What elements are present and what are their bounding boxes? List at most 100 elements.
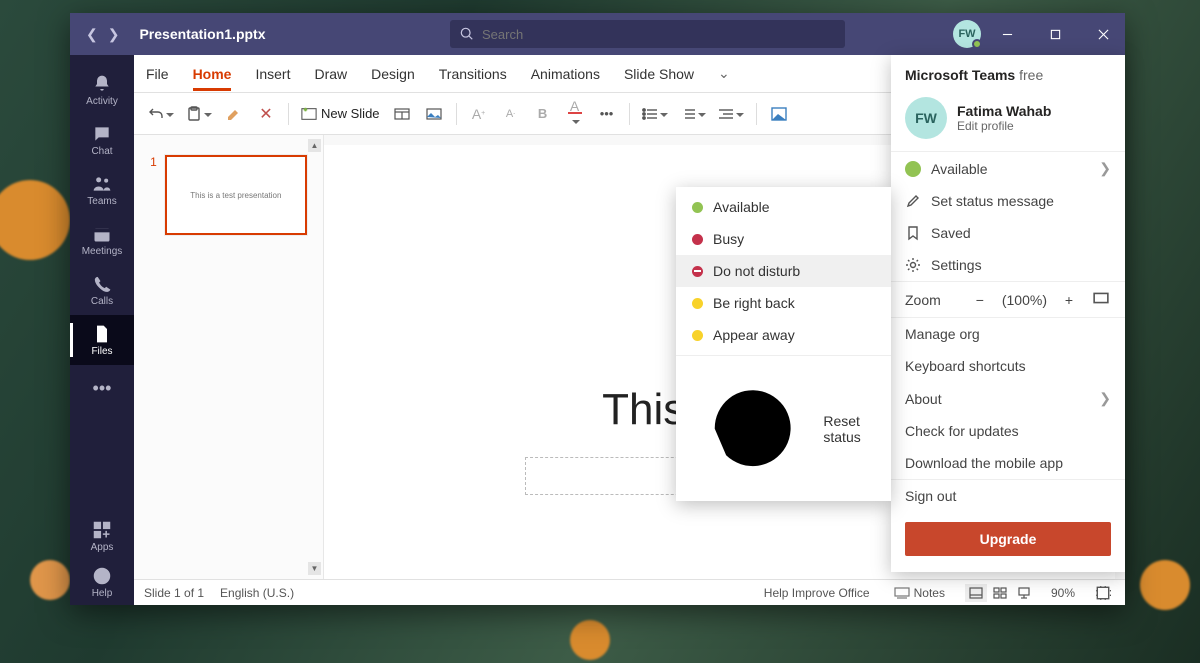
tab-design[interactable]: Design bbox=[371, 58, 415, 90]
numbering-button[interactable] bbox=[676, 100, 710, 128]
sidebar-more[interactable]: ••• bbox=[70, 365, 134, 411]
global-search[interactable] bbox=[450, 20, 845, 48]
check-updates[interactable]: Check for updates bbox=[891, 415, 1125, 447]
status-reset[interactable]: Reset status bbox=[676, 360, 891, 497]
upgrade-button[interactable]: Upgrade bbox=[905, 522, 1111, 556]
teams-sidebar: Activity Chat Teams Meetings Calls Files bbox=[70, 55, 134, 605]
window-maximize[interactable] bbox=[1033, 13, 1077, 55]
tab-file[interactable]: File bbox=[146, 58, 169, 90]
notes-toggle[interactable]: Notes bbox=[890, 585, 949, 601]
format-painter[interactable] bbox=[220, 100, 248, 128]
sidebar-item-apps[interactable]: Apps bbox=[70, 513, 134, 559]
nav-forward[interactable]: ❯ bbox=[106, 26, 122, 43]
tab-insert[interactable]: Insert bbox=[255, 58, 290, 90]
global-search-input[interactable] bbox=[482, 27, 835, 42]
green-dot-icon bbox=[905, 161, 921, 177]
tab-slideshow[interactable]: Slide Show bbox=[624, 58, 694, 90]
manage-org[interactable]: Manage org bbox=[891, 318, 1125, 350]
sidebar-item-calls[interactable]: Calls bbox=[70, 265, 134, 315]
keyboard-shortcuts[interactable]: Keyboard shortcuts bbox=[891, 350, 1125, 382]
document-title: Presentation1.pptx bbox=[139, 26, 265, 42]
sidebar-label: Meetings bbox=[82, 246, 123, 257]
undo-icon bbox=[148, 106, 164, 122]
font-increase[interactable]: A+ bbox=[465, 100, 493, 128]
nav-back[interactable]: ❮ bbox=[84, 26, 100, 43]
saved-menu[interactable]: Saved bbox=[891, 217, 1125, 249]
title-bar: ❮ ❯ Presentation1.pptx FW bbox=[70, 13, 1125, 55]
tab-animations[interactable]: Animations bbox=[531, 58, 600, 90]
bold-button[interactable]: B bbox=[529, 100, 557, 128]
font-color[interactable]: A bbox=[561, 100, 589, 128]
picture-button[interactable] bbox=[420, 100, 448, 128]
font-decrease[interactable]: A- bbox=[497, 100, 525, 128]
set-status-message[interactable]: Set status message bbox=[891, 185, 1125, 217]
bookmark-icon bbox=[905, 225, 921, 241]
status-label: Do not disturb bbox=[713, 263, 800, 279]
layout-button[interactable] bbox=[388, 100, 416, 128]
status-label: Busy bbox=[713, 231, 744, 247]
designer-icon bbox=[771, 106, 787, 122]
sidebar-item-meetings[interactable]: Meetings bbox=[70, 215, 134, 265]
sidebar-item-chat[interactable]: Chat bbox=[70, 115, 134, 165]
tab-transitions[interactable]: Transitions bbox=[439, 58, 507, 90]
view-sorter[interactable] bbox=[989, 584, 1011, 602]
new-slide-button[interactable]: New Slide bbox=[297, 100, 384, 128]
designer-button[interactable] bbox=[765, 100, 793, 128]
thumb-scroll-down[interactable]: ▼ bbox=[308, 562, 321, 575]
sidebar-label: Help bbox=[92, 588, 113, 599]
thumb-number: 1 bbox=[150, 155, 157, 235]
status-busy[interactable]: Busy bbox=[676, 223, 891, 255]
zoom-out[interactable]: − bbox=[970, 292, 990, 308]
sidebar-label: Activity bbox=[86, 96, 118, 107]
ribbon-overflow[interactable]: ⌄ bbox=[718, 57, 730, 90]
view-normal[interactable] bbox=[965, 584, 987, 602]
sidebar-item-files[interactable]: Files bbox=[70, 315, 134, 365]
zoom-in[interactable]: + bbox=[1059, 292, 1079, 308]
undo-button[interactable] bbox=[144, 100, 178, 128]
window-minimize[interactable] bbox=[985, 13, 1029, 55]
profile-avatar[interactable]: FW bbox=[953, 20, 981, 48]
menu-label: Settings bbox=[931, 257, 982, 273]
profile-username: Fatima Wahab bbox=[957, 103, 1051, 119]
paste-button[interactable] bbox=[182, 100, 216, 128]
sign-out[interactable]: Sign out bbox=[891, 480, 1125, 512]
delete-button[interactable]: ✕ bbox=[252, 100, 280, 128]
zoom-fullscreen[interactable] bbox=[1091, 290, 1111, 309]
more-font[interactable]: ••• bbox=[593, 100, 621, 128]
status-language[interactable]: English (U.S.) bbox=[220, 586, 294, 600]
sidebar-item-teams[interactable]: Teams bbox=[70, 165, 134, 215]
presence-selector[interactable]: Available ❯ bbox=[891, 152, 1125, 185]
picture-icon bbox=[426, 106, 442, 122]
sidebar-item-help[interactable]: Help bbox=[70, 559, 134, 605]
thumb-scroll-up[interactable]: ▲ bbox=[308, 139, 321, 152]
fullscreen-icon bbox=[1093, 290, 1109, 306]
green-dot-icon bbox=[692, 202, 703, 213]
dnd-dot-icon bbox=[692, 266, 703, 277]
slide-thumbnail-1[interactable]: This is a test presentation bbox=[165, 155, 307, 235]
window-close[interactable] bbox=[1081, 13, 1125, 55]
help-improve-office[interactable]: Help Improve Office bbox=[760, 586, 874, 600]
settings-menu[interactable]: Settings bbox=[891, 249, 1125, 281]
menu-label: Sign out bbox=[905, 488, 956, 504]
reset-icon bbox=[692, 368, 813, 489]
edit-profile-link[interactable]: Edit profile bbox=[957, 119, 1051, 133]
tab-home[interactable]: Home bbox=[193, 58, 232, 90]
tab-draw[interactable]: Draw bbox=[314, 58, 347, 90]
view-reading[interactable] bbox=[1013, 584, 1035, 602]
status-away[interactable]: Appear away bbox=[676, 319, 891, 351]
menu-label: Manage org bbox=[905, 326, 980, 342]
indent-icon bbox=[718, 106, 734, 122]
status-available[interactable]: Available bbox=[676, 191, 891, 223]
status-label: Be right back bbox=[713, 295, 795, 311]
bullets-button[interactable] bbox=[638, 100, 672, 128]
zoom-control: Zoom − (100%) + bbox=[891, 282, 1125, 317]
status-dnd[interactable]: Do not disturb bbox=[676, 255, 891, 287]
fit-to-window[interactable] bbox=[1091, 585, 1115, 601]
sidebar-item-activity[interactable]: Activity bbox=[70, 65, 134, 115]
about-menu[interactable]: About❯ bbox=[891, 382, 1125, 415]
status-brb[interactable]: Be right back bbox=[676, 287, 891, 319]
zoom-value[interactable]: 90% bbox=[1051, 586, 1075, 600]
gear-icon bbox=[905, 257, 921, 273]
download-mobile[interactable]: Download the mobile app bbox=[891, 447, 1125, 479]
indent-button[interactable] bbox=[714, 100, 748, 128]
